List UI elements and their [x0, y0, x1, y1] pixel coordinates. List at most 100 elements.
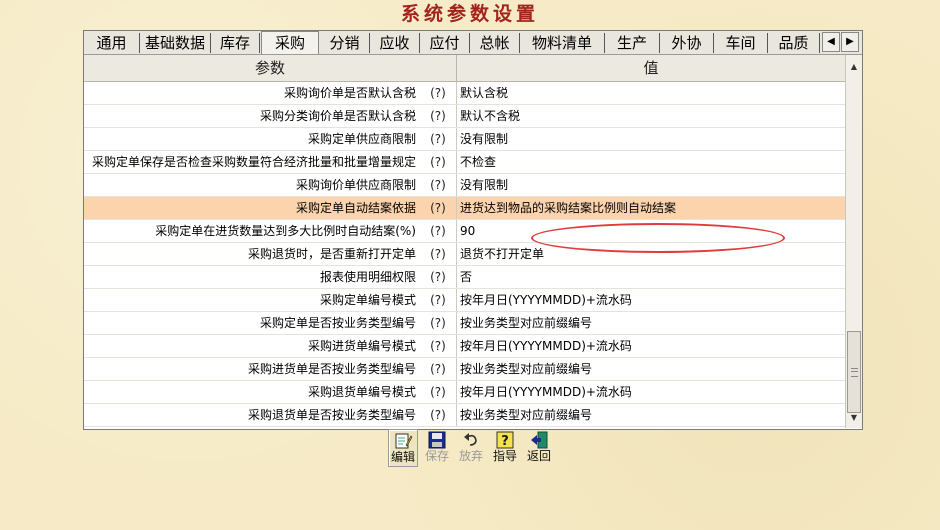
- scroll-thumb[interactable]: [847, 331, 861, 413]
- param-value[interactable]: 否: [460, 266, 840, 288]
- table-row[interactable]: 采购定单编号模式 (?) 按年月日(YYYYMMDD)+流水码: [84, 289, 845, 312]
- help-icon[interactable]: (?): [420, 105, 457, 127]
- action-toolbar: 编辑 保存 放弃 ? 指导 返回: [388, 429, 558, 467]
- save-label: 保存: [424, 449, 449, 463]
- help-icon[interactable]: (?): [420, 358, 457, 380]
- param-value[interactable]: 按业务类型对应前缀编号: [460, 404, 840, 426]
- guide-label: 指导: [492, 449, 517, 463]
- tab-outsourcing[interactable]: 外协: [660, 33, 714, 53]
- help-icon[interactable]: (?): [420, 289, 457, 311]
- window-title: 系统参数设置: [400, 3, 539, 25]
- discard-button[interactable]: 放弃: [456, 429, 486, 467]
- table-row[interactable]: 报表使用明细权限 (?) 否: [84, 266, 845, 289]
- param-value[interactable]: 按年月日(YYYYMMDD)+流水码: [460, 289, 840, 311]
- help-icon[interactable]: (?): [420, 404, 457, 426]
- param-name: 采购询价单供应商限制: [295, 178, 416, 192]
- param-name: 采购定单自动结案依据: [295, 201, 416, 215]
- help-icon[interactable]: (?): [420, 82, 457, 104]
- scroll-down-icon[interactable]: ▼: [846, 410, 862, 426]
- param-value[interactable]: 退货不打开定单: [460, 243, 840, 265]
- param-name: 报表使用明细权限: [319, 270, 416, 284]
- help-icon[interactable]: (?): [420, 174, 457, 196]
- tab-bom[interactable]: 物料清单: [520, 33, 605, 53]
- param-value[interactable]: 按年月日(YYYYMMDD)+流水码: [460, 335, 840, 357]
- help-icon[interactable]: (?): [420, 197, 457, 219]
- param-value[interactable]: 按业务类型对应前缀编号: [460, 312, 840, 334]
- tab-distribution[interactable]: 分销: [320, 33, 370, 53]
- param-name: 采购分类询价单是否默认含税: [259, 109, 416, 123]
- save-icon: [428, 431, 446, 449]
- table-row[interactable]: 采购定单是否按业务类型编号 (?) 按业务类型对应前缀编号: [84, 312, 845, 335]
- table-row[interactable]: 采购定单在进货数量达到多大比例时自动结案(%) (?) 90: [84, 220, 845, 243]
- tab-receivable[interactable]: 应收: [370, 33, 420, 53]
- table-row[interactable]: 采购进货单编号模式 (?) 按年月日(YYYYMMDD)+流水码: [84, 335, 845, 358]
- scroll-up-icon[interactable]: ▲: [846, 59, 862, 75]
- edit-button[interactable]: 编辑: [388, 429, 418, 467]
- param-name: 采购定单保存是否检查采购数量符合经济批量和批量增量规定: [91, 155, 416, 169]
- help-icon[interactable]: (?): [420, 312, 457, 334]
- table-row[interactable]: 采购进货单是否按业务类型编号 (?) 按业务类型对应前缀编号: [84, 358, 845, 381]
- table-row[interactable]: 采购退货单是否按业务类型编号 (?) 按业务类型对应前缀编号: [84, 404, 845, 427]
- arrow-right-icon[interactable]: ▶: [841, 32, 859, 52]
- param-value[interactable]: 默认含税: [460, 82, 840, 104]
- table-row[interactable]: 采购退货时，是否重新打开定单 (?) 退货不打开定单: [84, 243, 845, 266]
- arrow-left-icon[interactable]: ◀: [822, 32, 840, 52]
- param-name: 采购定单是否按业务类型编号: [259, 316, 416, 330]
- discard-label: 放弃: [458, 449, 483, 463]
- param-name: 采购进货单是否按业务类型编号: [247, 362, 416, 376]
- tab-strip: 通用 基础数据 库存 采购 分销 应收 应付 总帐 物料清单 生产 外协 车间 …: [84, 31, 862, 55]
- param-value[interactable]: 90: [460, 220, 840, 242]
- edit-label: 编辑: [390, 450, 415, 464]
- settings-panel: 通用 基础数据 库存 采购 分销 应收 应付 总帐 物料清单 生产 外协 车间 …: [83, 30, 863, 430]
- help-icon[interactable]: (?): [420, 128, 457, 150]
- guide-button[interactable]: ? 指导: [490, 429, 520, 467]
- param-name: 采购定单编号模式: [319, 293, 416, 307]
- back-label: 返回: [526, 449, 551, 463]
- save-button[interactable]: 保存: [422, 429, 452, 467]
- table-row-selected[interactable]: 采购定单自动结案依据 (?) 进货达到物品的采购结案比例则自动结案: [84, 197, 845, 220]
- param-name: 采购退货单编号模式: [307, 385, 416, 399]
- help-icon[interactable]: (?): [420, 335, 457, 357]
- tab-general[interactable]: 通用: [84, 33, 140, 53]
- param-value[interactable]: 默认不含税: [460, 105, 840, 127]
- param-value[interactable]: 没有限制: [460, 128, 840, 150]
- table-row[interactable]: 采购询价单是否默认含税 (?) 默认含税: [84, 82, 845, 105]
- tab-purchase[interactable]: 采购: [261, 31, 319, 54]
- tab-basic-data[interactable]: 基础数据: [140, 33, 211, 53]
- table-row[interactable]: 采购退货单编号模式 (?) 按年月日(YYYYMMDD)+流水码: [84, 381, 845, 404]
- param-name: 采购询价单是否默认含税: [283, 86, 416, 100]
- param-name: 采购定单供应商限制: [307, 132, 416, 146]
- table-row[interactable]: 采购定单保存是否检查采购数量符合经济批量和批量增量规定 (?) 不检查: [84, 151, 845, 174]
- param-value[interactable]: 不检查: [460, 151, 840, 173]
- tab-payable[interactable]: 应付: [420, 33, 470, 53]
- param-column-header[interactable]: 参数: [84, 55, 457, 81]
- grip-icon: [851, 368, 858, 377]
- help-icon[interactable]: (?): [420, 151, 457, 173]
- table-row[interactable]: 采购定单供应商限制 (?) 没有限制: [84, 128, 845, 151]
- param-name: 采购退货时，是否重新打开定单: [247, 247, 416, 261]
- help-icon[interactable]: (?): [420, 381, 457, 403]
- help-icon[interactable]: (?): [420, 220, 457, 242]
- param-value[interactable]: 按业务类型对应前缀编号: [460, 358, 840, 380]
- help-icon: ?: [496, 431, 514, 449]
- value-column-header[interactable]: 值: [457, 55, 845, 81]
- table-row[interactable]: 采购分类询价单是否默认含税 (?) 默认不含税: [84, 105, 845, 128]
- tab-general-ledger[interactable]: 总帐: [470, 33, 520, 53]
- help-icon[interactable]: (?): [420, 266, 457, 288]
- param-name: 采购退货单是否按业务类型编号: [247, 408, 416, 422]
- param-name: 采购进货单编号模式: [307, 339, 416, 353]
- grid-header: 参数 值: [84, 55, 845, 82]
- table-row[interactable]: 采购询价单供应商限制 (?) 没有限制: [84, 174, 845, 197]
- param-name: 采购定单在进货数量达到多大比例时自动结案(%): [155, 224, 416, 238]
- param-value[interactable]: 按年月日(YYYYMMDD)+流水码: [460, 381, 840, 403]
- tab-inventory[interactable]: 库存: [211, 33, 260, 53]
- tab-production[interactable]: 生产: [605, 33, 660, 53]
- param-value[interactable]: 进货达到物品的采购结案比例则自动结案: [460, 197, 840, 219]
- help-icon[interactable]: (?): [420, 243, 457, 265]
- tab-quality[interactable]: 品质: [768, 33, 820, 53]
- exit-icon: [531, 431, 548, 449]
- param-value[interactable]: 没有限制: [460, 174, 840, 196]
- vertical-scrollbar[interactable]: ▲ ▼: [845, 55, 862, 428]
- tab-workshop[interactable]: 车间: [714, 33, 768, 53]
- back-button[interactable]: 返回: [524, 429, 554, 467]
